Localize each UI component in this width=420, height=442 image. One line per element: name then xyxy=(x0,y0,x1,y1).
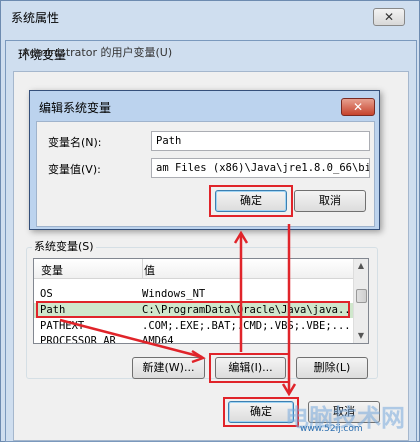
dialog-cancel-button[interactable]: 取消 xyxy=(294,190,366,212)
column-divider xyxy=(142,259,143,279)
variable-name-input[interactable]: Path xyxy=(151,131,370,151)
column-header-variable[interactable]: 变量 xyxy=(41,262,63,278)
edit-system-variable-dialog: 编辑系统变量 ✕ 变量名(N): Path 变量值(V): am Files (… xyxy=(29,90,380,230)
variable-value-label: 变量值(V): xyxy=(48,163,101,176)
user-variables-label: Administrator 的用户变量(U) xyxy=(22,46,173,59)
row-variable-name: PATHEXT xyxy=(40,320,85,332)
variable-name-label: 变量名(N): xyxy=(48,136,102,149)
row-variable-name: OS xyxy=(40,288,53,300)
system-variables-label: 系统变量(S) xyxy=(32,238,96,254)
column-header-value[interactable]: 值 xyxy=(144,262,155,278)
dialog-body: 变量名(N): Path 变量值(V): am Files (x86)\Java… xyxy=(36,121,375,227)
table-row[interactable]: PROCESSOR_AR AMD64 xyxy=(34,334,354,344)
table-scrollbar[interactable]: ▲ ▼ xyxy=(353,259,368,343)
new-variable-button[interactable]: 新建(W)... xyxy=(132,357,205,379)
table-row[interactable]: OS Windows_NT xyxy=(34,287,354,302)
dialog-ok-highlight xyxy=(209,185,293,217)
table-row[interactable]: PATHEXT .COM;.EXE;.BAT;.CMD;.VBS;.VBE;..… xyxy=(34,319,354,334)
scroll-thumb[interactable] xyxy=(356,289,367,303)
variable-value-input[interactable]: am Files (x86)\Java\jre1.8.0_66\bin xyxy=(151,158,370,178)
close-icon[interactable]: ✕ xyxy=(373,8,405,26)
scroll-up-icon[interactable]: ▲ xyxy=(355,259,367,273)
path-row-highlight xyxy=(36,301,350,318)
row-variable-name: PROCESSOR_AR xyxy=(40,335,116,344)
row-variable-value: Windows_NT xyxy=(142,288,206,300)
watermark-url: www.52ij.com xyxy=(300,424,363,434)
table-header: 变量 值 xyxy=(34,259,354,279)
delete-variable-button[interactable]: 删除(L) xyxy=(296,357,368,379)
row-variable-value: AMD64 xyxy=(142,335,174,344)
scroll-down-icon[interactable]: ▼ xyxy=(355,329,367,343)
system-properties-title: 系统属性 xyxy=(11,11,60,25)
row-variable-value: .COM;.EXE;.BAT;.CMD;.VBS;.VBE;... xyxy=(142,320,351,332)
close-icon[interactable]: ✕ xyxy=(341,98,375,116)
dialog-title: 编辑系统变量 xyxy=(39,101,112,115)
edit-button-highlight xyxy=(209,353,290,383)
